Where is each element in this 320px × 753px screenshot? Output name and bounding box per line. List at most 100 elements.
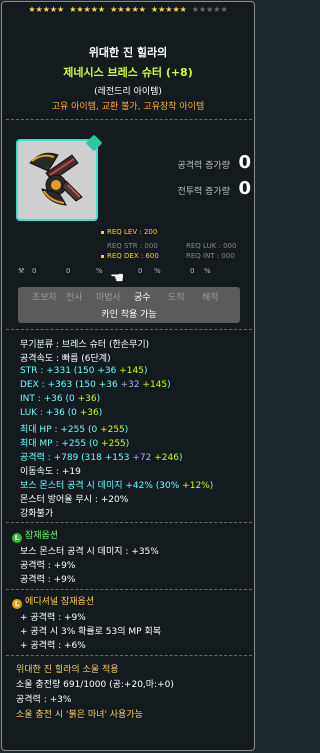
divider bbox=[6, 522, 252, 523]
additional-line: + 공격 시 3% 확률로 53의 MP 회복 bbox=[20, 627, 162, 637]
stat-dex-label: DEX : +363 (150 bbox=[20, 380, 99, 390]
stat-attack-scroll: +72 bbox=[132, 453, 152, 463]
divider bbox=[6, 329, 252, 330]
divider bbox=[6, 655, 252, 656]
potential-header: L 잠재옵션 bbox=[12, 528, 58, 543]
stat-str-bonus: +36 bbox=[97, 366, 117, 376]
stat-luk-end: ) bbox=[98, 408, 103, 418]
stat-luk-bonus: +36 bbox=[79, 408, 99, 418]
stat-attack: 공격력 : +789 (318 +153 +72 +246) bbox=[20, 450, 182, 463]
stat-int-end: ) bbox=[96, 394, 101, 404]
star-icon: ★ bbox=[28, 5, 36, 14]
stat-luk-label: LUK : +36 (0 bbox=[20, 408, 80, 418]
stat-hp: 최대 HP : +255 (0 +255) bbox=[20, 422, 128, 435]
soul-attack: 공격력 : +3% bbox=[16, 695, 72, 705]
stat-str-flame: +145 bbox=[119, 366, 144, 376]
star-icon: ★ bbox=[90, 5, 98, 14]
star-icon: ★ bbox=[76, 5, 84, 14]
stat-boss-bonus: +12% bbox=[182, 481, 210, 491]
stat-attack-label: 공격력 : +789 (318 bbox=[20, 453, 105, 463]
potential-line: 보스 몬스터 공격 시 데미지 : +35% bbox=[20, 547, 159, 557]
stat-dex-end: ) bbox=[167, 380, 171, 390]
stat-str-end: ) bbox=[143, 366, 148, 376]
pointer-hand-icon: ☚ bbox=[110, 268, 125, 287]
star-icon: ★ bbox=[35, 5, 43, 14]
stat-boss-end: ) bbox=[209, 481, 214, 491]
req-int: REQ INT : 000 bbox=[186, 252, 235, 260]
item-title-line1: 위대한 진 힐라의 bbox=[88, 46, 168, 59]
stat-str: STR : +331 (150 +36 +145) bbox=[20, 366, 147, 376]
stat-int-label: INT : +36 (0 bbox=[20, 394, 78, 404]
stat-mp-bonus: +255 bbox=[101, 439, 126, 449]
stat-hp-bonus: +255 bbox=[100, 425, 125, 435]
combat-increase-value: 0 bbox=[238, 178, 251, 199]
star-force-stars: ★★★★★ ★★★★★ ★★★★★ ★★★★★ ★★★★★ bbox=[2, 5, 254, 15]
job-archer: 궁수 bbox=[134, 293, 151, 303]
stat-dex-scroll: +32 bbox=[120, 380, 140, 390]
item-attributes: 고유 아이템, 교환 불가, 고유장착 아이템 bbox=[51, 102, 205, 112]
req-luk: REQ LUK : 000 bbox=[186, 242, 237, 250]
additional-line: + 공격력 : +9% bbox=[20, 613, 86, 623]
job-thief: 도적 bbox=[168, 293, 185, 303]
percent-icon: % bbox=[154, 267, 161, 275]
star-icon: ★ bbox=[124, 5, 132, 14]
crossbow-icon bbox=[29, 152, 83, 206]
stat-str-label: STR : +331 (150 bbox=[20, 366, 98, 376]
job-magician: 마법사 bbox=[96, 293, 121, 303]
potential-line: 공격력 : +9% bbox=[20, 575, 76, 585]
weapon-type: 무기분류 : 브레스 슈터 (한손무기) bbox=[20, 340, 150, 350]
job-beginner: 초보자 bbox=[32, 293, 57, 303]
req-dot bbox=[101, 231, 104, 234]
shield-icon: ⚒ bbox=[18, 267, 25, 275]
item-icon-frame bbox=[16, 134, 103, 221]
star-icon: ★ bbox=[179, 5, 187, 14]
percent-icon: % bbox=[96, 267, 103, 275]
stat-attack-flame: +246 bbox=[154, 453, 179, 463]
divider bbox=[6, 589, 252, 590]
additional-potential-header: L 에디셔널 잠재옵션 bbox=[12, 594, 94, 609]
job-pirate: 해적 bbox=[202, 293, 219, 303]
stat-boss-damage: 보스 몬스터 공격 시 데미지 +42% (30% +12%) bbox=[20, 478, 213, 491]
set-value: 0 bbox=[66, 267, 71, 275]
req-dot bbox=[101, 255, 104, 258]
star-icon: ★ bbox=[42, 5, 50, 14]
stat-dex: DEX : +363 (150 +36 +32 +145) bbox=[20, 380, 171, 390]
potential-title: 잠재옵션 bbox=[25, 531, 59, 541]
soul-title: 위대한 진 힐라의 소울 적용 bbox=[16, 665, 119, 675]
stat-mp: 최대 MP : +255 (0 +255) bbox=[20, 436, 129, 449]
star-icon: ★ bbox=[49, 5, 58, 14]
star-icon: ★ bbox=[172, 5, 180, 14]
req-level: REQ LEV : 200 bbox=[107, 228, 158, 236]
set-value: 0 bbox=[190, 267, 195, 275]
soul-charge: 소울 충전량 691/1000 (공:+20,마:+0) bbox=[16, 680, 174, 690]
stat-attack-bonus: +153 bbox=[104, 453, 130, 463]
stat-enhance: 강화불가 bbox=[20, 509, 54, 519]
soul-note: 소울 충전 시 '붉은 마녀' 사용가능 bbox=[16, 710, 143, 720]
item-grade: (레전드리 아이템) bbox=[94, 87, 162, 97]
combat-increase-label: 전투력 증가량 bbox=[177, 187, 230, 197]
stat-int: INT : +36 (0 +36) bbox=[20, 394, 100, 404]
stat-boss-label: 보스 몬스터 공격 시 데미지 +42% (30% bbox=[20, 481, 183, 491]
stat-move-speed: 이동속도 : +19 bbox=[20, 467, 81, 477]
karma-equip-note: 카인 착용 가능 bbox=[101, 310, 157, 320]
additional-title: 에디셔널 잠재옵션 bbox=[25, 597, 95, 607]
job-requirements-panel: 초보자 전사 마법사 궁수 도적 해적 카인 착용 가능 bbox=[18, 287, 240, 323]
set-value: 0 bbox=[138, 267, 143, 275]
stat-ignore-defense: 몬스터 방어율 무시 : +20% bbox=[20, 495, 129, 505]
item-tooltip: ★★★★★ ★★★★★ ★★★★★ ★★★★★ ★★★★★ 위대한 진 힐라의 제네시스… bbox=[1, 1, 255, 751]
percent-icon: % bbox=[204, 267, 211, 275]
additional-badge-icon: L bbox=[12, 599, 22, 609]
req-str: REQ STR : 000 bbox=[107, 242, 158, 250]
star-icon: ★ bbox=[220, 5, 228, 14]
star-icon: ★ bbox=[97, 5, 106, 14]
stat-dex-flame: +145 bbox=[142, 380, 168, 390]
potential-line: 공격력 : +9% bbox=[20, 561, 76, 571]
legendary-badge-icon: L bbox=[12, 533, 22, 543]
stat-mp-label: 최대 MP : +255 (0 bbox=[20, 439, 102, 449]
star-icon: ★ bbox=[138, 5, 146, 14]
stat-hp-label: 최대 HP : +255 (0 bbox=[20, 425, 101, 435]
additional-line: + 공격력 : +6% bbox=[20, 641, 86, 651]
star-icon: ★ bbox=[191, 5, 199, 14]
item-title-line2: 제네시스 브레스 슈터 (+8) bbox=[63, 66, 193, 79]
stat-dex-bonus: +36 bbox=[98, 380, 118, 390]
